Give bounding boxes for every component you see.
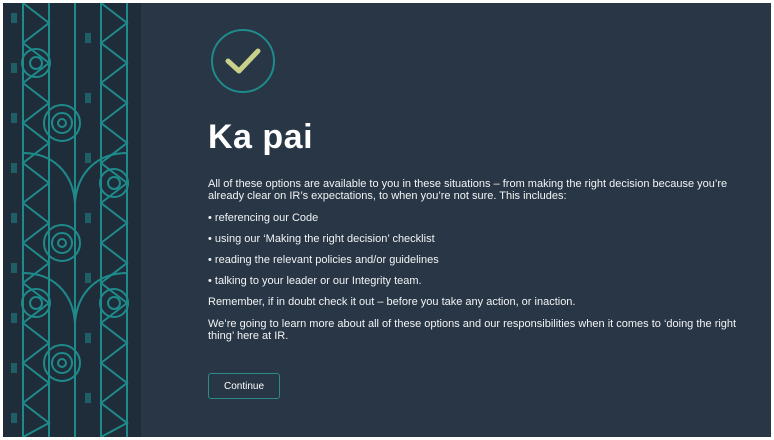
lesson-screen: Ka pai All of these options are availabl… [3, 3, 771, 437]
list-item: talking to your leader or our Integrity … [208, 275, 748, 287]
list-item: referencing our Code [208, 212, 748, 224]
page-title: Ka pai [208, 118, 314, 156]
list-item: using our ‘Making the right decision’ ch… [208, 233, 748, 245]
intro-paragraph: All of these options are available to yo… [208, 178, 728, 202]
closing-paragraph: We’re going to learn more about all of t… [208, 318, 737, 342]
body-copy: All of these options are available to yo… [208, 178, 748, 342]
list-item: reading the relevant policies and/or gui… [208, 254, 748, 266]
options-list: referencing our Code using our ‘Making t… [208, 212, 748, 287]
check-circle-icon [210, 28, 276, 94]
kowhaiwhai-pattern-panel [3, 3, 141, 437]
continue-button[interactable]: Continue [208, 373, 280, 399]
remember-paragraph: Remember, if in doubt check it out – bef… [208, 296, 576, 308]
kowhaiwhai-pattern-graphic [11, 3, 129, 437]
